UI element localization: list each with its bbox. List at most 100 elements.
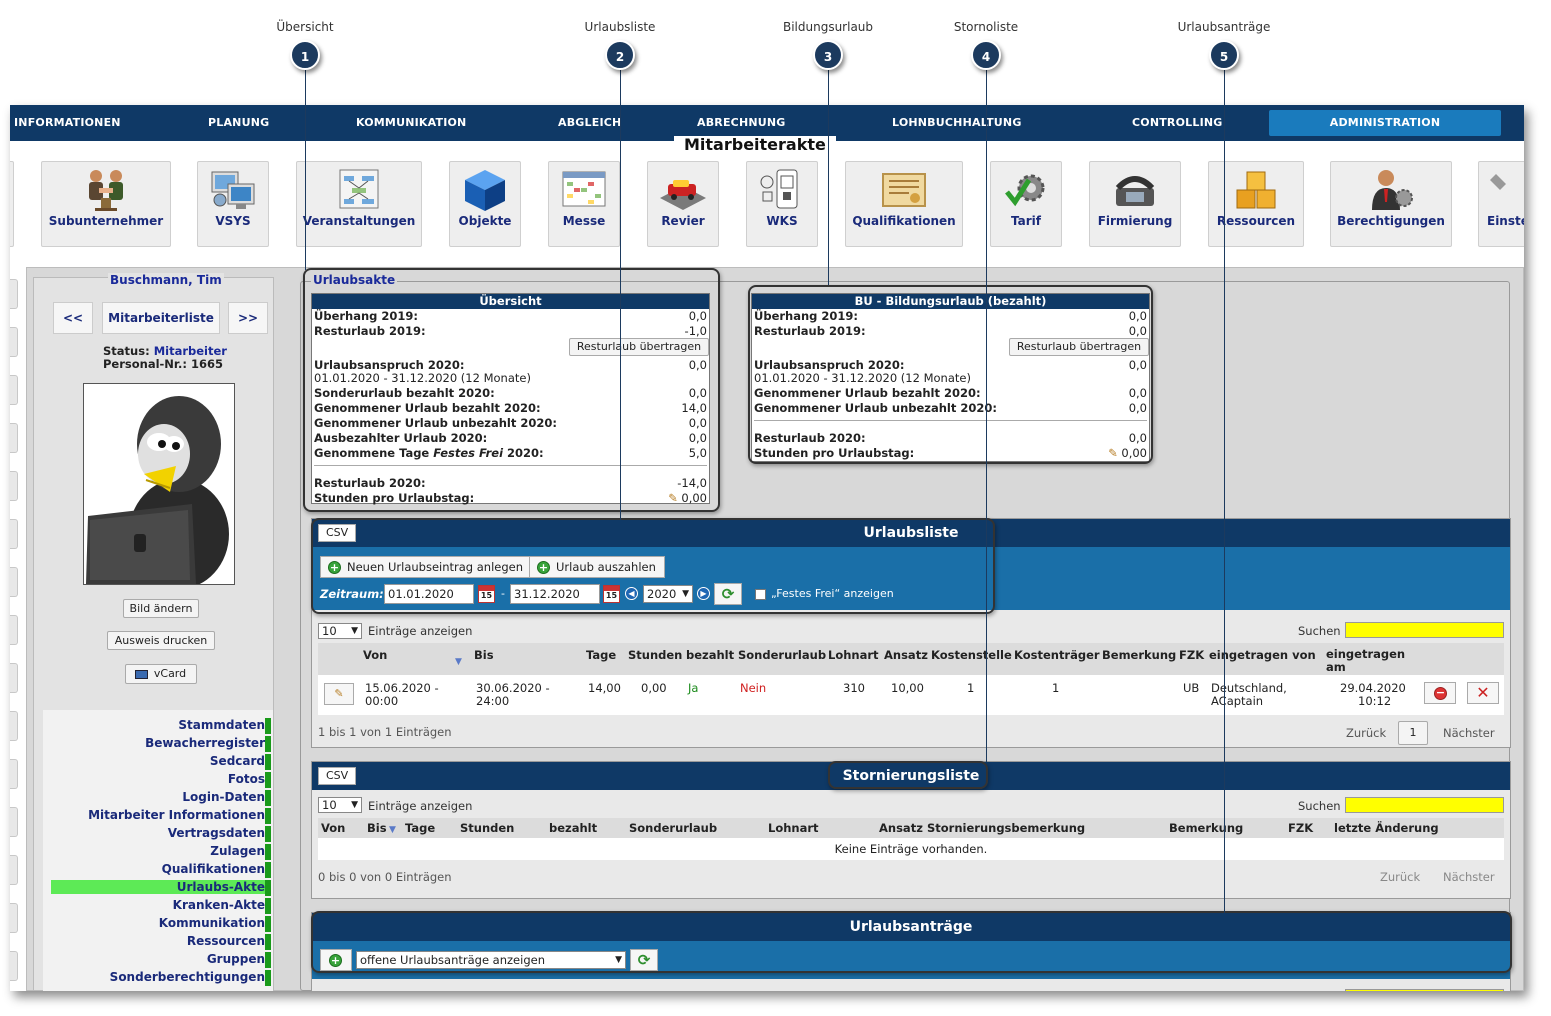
menu-login-daten[interactable]: Login-Daten bbox=[182, 790, 265, 804]
nav-controlling[interactable]: CONTROLLING bbox=[1132, 105, 1223, 141]
toolbar-einstellungen[interactable]: Einste bbox=[1478, 161, 1524, 247]
col-von[interactable]: Von bbox=[363, 648, 387, 662]
nav-abgleich[interactable]: ABGLEICH bbox=[558, 105, 621, 141]
prev-employee-button[interactable]: << bbox=[53, 302, 93, 334]
storno-col-sonderurlaub[interactable]: Sonderurlaub bbox=[629, 821, 717, 835]
menu-qualifikationen[interactable]: Qualifikationen bbox=[162, 862, 265, 876]
nav-informationen[interactable]: INFORMATIONEN bbox=[14, 105, 121, 141]
stornoliste-search-input[interactable] bbox=[1345, 797, 1504, 813]
edge-tab[interactable] bbox=[10, 615, 18, 645]
toolbar-revier[interactable]: Revier bbox=[647, 161, 719, 247]
toolbar-firmierung[interactable]: Firmierung bbox=[1089, 161, 1181, 247]
cell-bis-time: 24:00 bbox=[476, 694, 510, 708]
urlaubsliste-prev[interactable]: Zurück bbox=[1346, 726, 1386, 740]
col-kostenstelle[interactable]: Kostenstelle bbox=[931, 648, 1012, 662]
menu-bewacherregister[interactable]: Bewacherregister bbox=[145, 736, 265, 750]
edge-tab[interactable] bbox=[10, 711, 18, 741]
col-fzk[interactable]: FZK bbox=[1179, 648, 1204, 662]
toolbar-subunternehmer[interactable]: Subunternehmer bbox=[41, 161, 171, 247]
menu-ressourcen[interactable]: Ressourcen bbox=[187, 934, 265, 948]
col-bemerkung[interactable]: Bemerkung bbox=[1102, 648, 1176, 662]
menu-mitarbeiter-informationen[interactable]: Mitarbeiter Informationen bbox=[88, 808, 265, 822]
storno-col-lohnart[interactable]: Lohnart bbox=[768, 821, 819, 835]
storno-col-bezahlt[interactable]: bezahlt bbox=[549, 821, 597, 835]
nav-kommunikation[interactable]: KOMMUNIKATION bbox=[356, 105, 466, 141]
storno-col-stornierungsbemerkung[interactable]: Stornierungsbemerkung bbox=[927, 821, 1085, 835]
vcard-button[interactable]: vCard bbox=[125, 664, 197, 684]
storno-entries-select[interactable]: 10 ▼ bbox=[318, 797, 362, 813]
menu-zulagen[interactable]: Zulagen bbox=[210, 844, 265, 858]
highlight-urlaubsliste bbox=[311, 518, 995, 614]
nav-lohnbuchhaltung[interactable]: LOHNBUCHHALTUNG bbox=[892, 105, 1022, 141]
storno-col-bemerkung[interactable]: Bemerkung bbox=[1169, 821, 1243, 835]
menu-sonderberechtigungen[interactable]: Sonderberechtigungen bbox=[110, 970, 265, 984]
toolbar-ressourcen[interactable]: Ressourcen bbox=[1208, 161, 1304, 247]
delete-button[interactable]: − bbox=[1424, 682, 1456, 704]
edit-pencil-icon[interactable]: ✎ bbox=[324, 683, 354, 705]
col-bezahlt[interactable]: bezahlt bbox=[686, 648, 734, 662]
storno-col-ansatz[interactable]: Ansatz bbox=[879, 821, 923, 835]
storno-col-von[interactable]: Von bbox=[321, 821, 345, 835]
personal-nr-label: Personal-Nr.: bbox=[103, 357, 187, 371]
storno-col-letzte-aenderung[interactable]: letzte Änderung bbox=[1334, 821, 1439, 835]
menu-kranken-akte[interactable]: Kranken-Akte bbox=[173, 898, 265, 912]
stornoliste-next[interactable]: Nächster bbox=[1443, 870, 1495, 884]
urlaubsliste-next[interactable]: Nächster bbox=[1443, 726, 1495, 740]
menu-sedcard[interactable]: Sedcard bbox=[210, 754, 265, 768]
edge-tab[interactable] bbox=[10, 567, 18, 597]
edge-tab[interactable] bbox=[10, 375, 18, 405]
antraege-search-input[interactable] bbox=[1345, 989, 1504, 991]
edge-tab[interactable] bbox=[10, 855, 18, 885]
col-bis[interactable]: Bis bbox=[474, 648, 494, 662]
storno-col-stunden[interactable]: Stunden bbox=[460, 821, 514, 835]
col-stunden[interactable]: Stunden bbox=[628, 648, 682, 662]
urlaubsliste-search-input[interactable] bbox=[1345, 622, 1504, 638]
change-image-button[interactable]: Bild ändern bbox=[123, 599, 199, 618]
menu-vertragsdaten[interactable]: Vertragsdaten bbox=[168, 826, 265, 840]
toolbar-tarif[interactable]: Tarif bbox=[990, 161, 1062, 247]
nav-planung[interactable]: PLANUNG bbox=[208, 105, 269, 141]
toolbar-partial-left[interactable] bbox=[10, 161, 14, 247]
storno-col-bis[interactable]: Bis bbox=[367, 821, 387, 835]
col-sonderurlaub[interactable]: Sonderurlaub bbox=[738, 648, 826, 662]
menu-stammdaten[interactable]: Stammdaten bbox=[178, 718, 265, 732]
menu-urlaubs-akte[interactable]: Urlaubs-Akte bbox=[51, 880, 265, 894]
menu-gruppen[interactable]: Gruppen bbox=[207, 952, 265, 966]
toolbar-objekte[interactable]: Objekte bbox=[449, 161, 521, 247]
edge-tab[interactable] bbox=[10, 663, 18, 693]
cancel-x-icon[interactable]: ✕ bbox=[1467, 682, 1499, 704]
toolbar-messe[interactable]: Messe bbox=[548, 161, 620, 247]
storno-col-tage[interactable]: Tage bbox=[405, 821, 435, 835]
employee-list-button[interactable]: Mitarbeiterliste bbox=[102, 302, 220, 334]
edge-tab[interactable] bbox=[10, 759, 18, 789]
print-id-button[interactable]: Ausweis drucken bbox=[107, 631, 215, 650]
stornoliste-prev[interactable]: Zurück bbox=[1380, 870, 1420, 884]
toolbar-veranstaltungen[interactable]: Veranstaltungen bbox=[296, 161, 422, 247]
menu-fotos[interactable]: Fotos bbox=[228, 772, 265, 786]
edge-tab[interactable] bbox=[10, 327, 18, 357]
col-ansatz[interactable]: Ansatz bbox=[884, 648, 928, 662]
nav-administration[interactable]: ADMINISTRATION bbox=[1269, 110, 1501, 136]
menu-kommunikation[interactable]: Kommunikation bbox=[159, 916, 265, 930]
urlaubsliste-page-1[interactable]: 1 bbox=[1398, 721, 1428, 745]
toolbar-berechtigungen[interactable]: Berechtigungen bbox=[1330, 161, 1452, 247]
toolbar-qualifikationen[interactable]: Qualifikationen bbox=[845, 161, 963, 247]
col-kostentraeger[interactable]: Kostenträger bbox=[1014, 648, 1100, 662]
col-eingetragen-am[interactable]: eingetragen am bbox=[1326, 648, 1406, 674]
col-lohnart[interactable]: Lohnart bbox=[828, 648, 879, 662]
edge-tab[interactable] bbox=[10, 279, 18, 309]
edge-tab[interactable] bbox=[10, 807, 18, 837]
edge-tab[interactable] bbox=[10, 951, 18, 981]
edge-tab[interactable] bbox=[10, 423, 18, 453]
col-eingetragen-von[interactable]: eingetragen von bbox=[1209, 648, 1316, 662]
next-employee-button[interactable]: >> bbox=[228, 302, 268, 334]
edge-tab[interactable] bbox=[10, 471, 18, 501]
edge-tab[interactable] bbox=[10, 519, 18, 549]
stornoliste-csv-button[interactable]: CSV bbox=[318, 767, 357, 785]
toolbar-vsys[interactable]: VSYS bbox=[197, 161, 269, 247]
edge-tab[interactable] bbox=[10, 903, 18, 933]
toolbar-wks[interactable]: WKS bbox=[746, 161, 818, 247]
storno-col-fzk[interactable]: FZK bbox=[1288, 821, 1313, 835]
col-tage[interactable]: Tage bbox=[586, 648, 616, 662]
entries-select[interactable]: 10 ▼ bbox=[318, 623, 362, 639]
